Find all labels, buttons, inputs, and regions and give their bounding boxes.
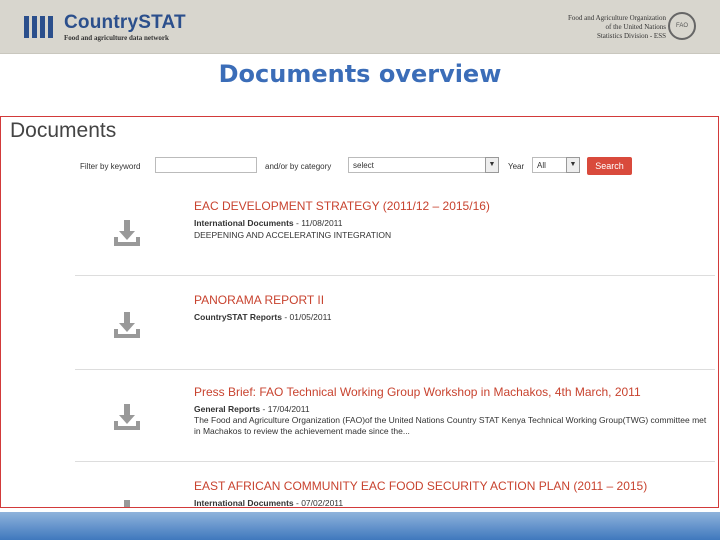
list-item[interactable]: Press Brief: FAO Technical Working Group… [75, 369, 715, 462]
document-title[interactable]: PANORAMA REPORT II [194, 293, 324, 307]
chevron-down-icon[interactable]: ▼ [566, 157, 580, 173]
document-category: International Documents [194, 218, 294, 228]
document-date: - 11/08/2011 [293, 218, 343, 228]
chevron-down-icon[interactable]: ▼ [485, 157, 499, 173]
brand-block: CountrySTAT Food and agriculture data ne… [64, 13, 186, 42]
document-category: International Documents [194, 498, 294, 508]
document-title[interactable]: Press Brief: FAO Technical Working Group… [194, 385, 641, 399]
document-meta: International Documents - 07/02/2011 [194, 498, 344, 508]
brand-subtitle: Food and agriculture data network [64, 34, 169, 42]
document-title[interactable]: EAC DEVELOPMENT STRATEGY (2011/12 – 2015… [194, 199, 490, 213]
document-date: - 07/02/2011 [293, 498, 344, 508]
seal-text: FAO [675, 23, 688, 29]
org-line-1: Food and Agriculture Organization [567, 14, 666, 22]
download-tray-icon[interactable] [111, 497, 143, 508]
document-date: - 01/05/2011 [282, 312, 332, 322]
list-item[interactable]: EAST AFRICAN COMMUNITY EAC FOOD SECURITY… [75, 461, 715, 508]
slide-footer-bar [0, 512, 720, 540]
document-description: The Food and Agriculture Organization (F… [194, 415, 707, 436]
category-value: select [353, 161, 374, 170]
document-meta: General Reports - 17/04/2011 [194, 404, 310, 414]
org-line-3: Statistics Division - ESS [596, 32, 666, 40]
fao-seal-icon: FAO [668, 12, 696, 40]
list-item[interactable]: EAC DEVELOPMENT STRATEGY (2011/12 – 2015… [75, 181, 715, 276]
document-category: General Reports [194, 404, 261, 414]
document-meta: CountrySTAT Reports - 01/05/2011 [194, 312, 331, 322]
documents-screenshot: Documents Filter by keyword and/or by ca… [0, 116, 719, 508]
download-tray-icon[interactable] [111, 401, 143, 433]
document-date: - 17/04/2011 [260, 404, 310, 414]
documents-heading: Documents [10, 119, 117, 142]
year-label: Year [508, 162, 525, 171]
organization-name: Food and Agriculture Organization of the… [568, 14, 666, 41]
download-tray-icon[interactable] [111, 309, 143, 341]
download-tray-icon[interactable] [111, 217, 143, 249]
document-meta: International Documents - 11/08/2011 [194, 218, 343, 228]
keyword-input[interactable] [155, 157, 257, 173]
year-value: All [537, 161, 546, 170]
org-line-2: of the United Nations [605, 23, 666, 31]
brand-title: CountrySTAT [64, 12, 186, 33]
header-banner: CountrySTAT Food and agriculture data ne… [0, 0, 720, 54]
keyword-label: Filter by keyword [80, 162, 141, 171]
search-button[interactable]: Search [587, 157, 632, 175]
countrystat-logo-icon [24, 16, 56, 43]
document-title[interactable]: EAST AFRICAN COMMUNITY EAC FOOD SECURITY… [194, 479, 647, 493]
category-select[interactable]: select [348, 157, 498, 173]
slide-title: Documents overview [218, 60, 502, 88]
document-description: DEEPENING AND ACCELERATING INTEGRATION [194, 230, 392, 240]
list-item[interactable]: PANORAMA REPORT II CountrySTAT Reports -… [75, 275, 715, 370]
category-label: and/or by category [265, 162, 332, 171]
document-category: CountrySTAT Reports [194, 312, 282, 322]
